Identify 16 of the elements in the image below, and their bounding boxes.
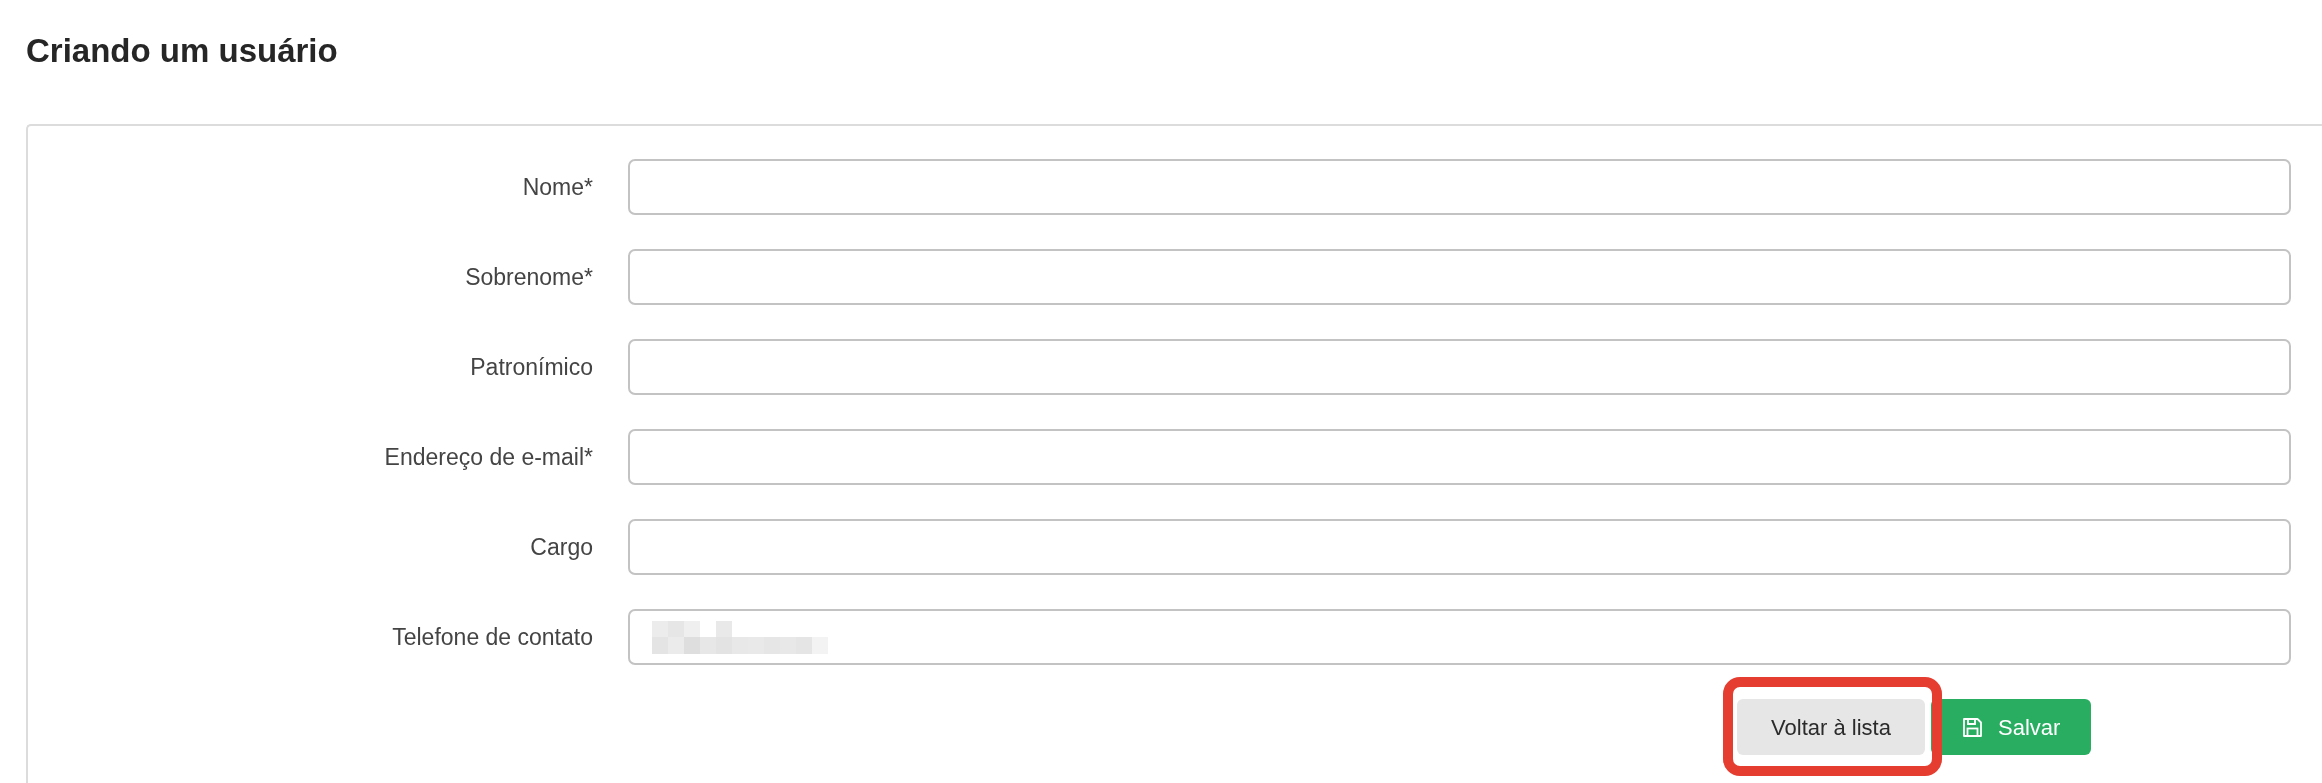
input-field[interactable]	[628, 519, 2291, 575]
field-label: Telefone de contato	[392, 622, 593, 652]
back-button[interactable]: Voltar à lista	[1737, 699, 1925, 755]
input-field[interactable]	[628, 429, 2291, 485]
field-label: Nome*	[522, 172, 593, 202]
save-icon	[1963, 717, 1982, 737]
input-field[interactable]	[628, 159, 2291, 215]
pixelated-blur-icon	[652, 620, 828, 654]
input-field[interactable]	[628, 609, 2291, 665]
input-field[interactable]	[628, 249, 2291, 305]
field-label: Cargo	[530, 532, 593, 562]
field-label: Sobrenome*	[465, 262, 593, 292]
field-label: Patronímico	[470, 352, 593, 382]
input-field[interactable]	[628, 339, 2291, 395]
field-label: Endereço de e-mail*	[384, 442, 593, 472]
page-title: Criando um usuário	[26, 31, 338, 71]
